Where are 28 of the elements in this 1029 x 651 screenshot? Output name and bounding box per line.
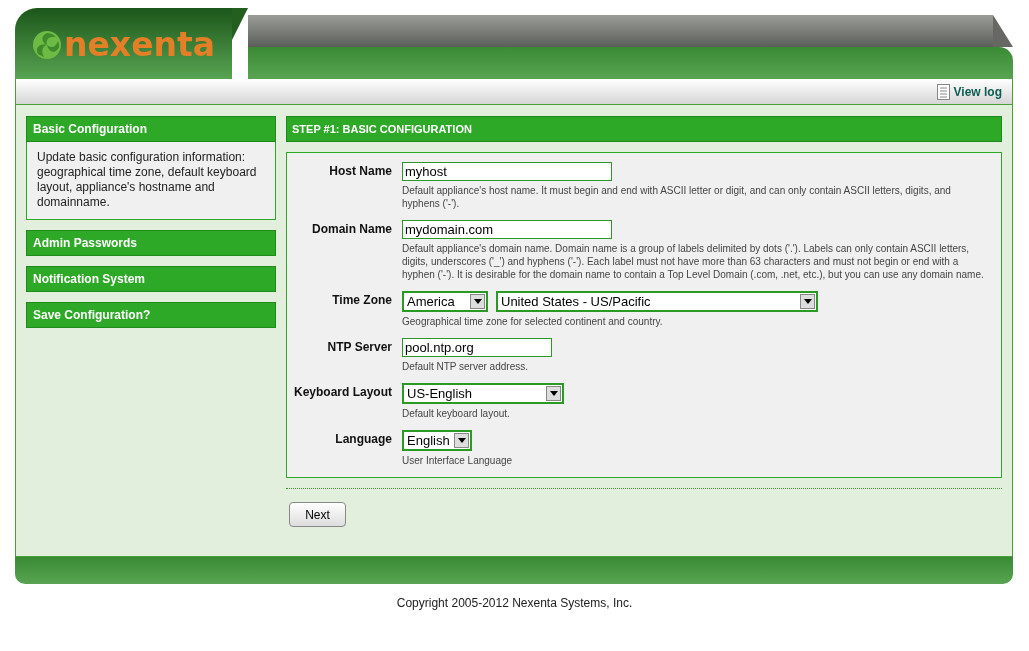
field-help-text: Default appliance's domain name. Domain name is a group of labels delimited by dots ('.'). Labels can only contain ASCII letters, digits, underscores ('_') and hyphens ('-'). Each label must not have more than 63 characters and must not begin or end with a hyphen ('-'). It is desirable for the domain name to contain a Top Level Domain (.com, .net, etc.), but you can use any domain name. [402, 242, 985, 281]
field-help-text: Default keyboard layout. [402, 407, 511, 420]
copyright-text: Copyright 2005-2012 Nexenta Systems, Inc. [395, 596, 634, 610]
field-help-text: User Interface Language [402, 454, 514, 467]
dropdown[interactable]: America [402, 291, 488, 312]
form-title: STEP #1: BASIC CONFIGURATION [286, 116, 1002, 142]
text-field[interactable]: pool.ntp.org [402, 338, 552, 357]
field-label: Language [334, 431, 392, 448]
field-help-text: Geographical time zone for selected continent and country. [402, 315, 664, 328]
text-field[interactable]: mydomain.com [402, 220, 612, 239]
field-label: Time Zone [331, 292, 392, 309]
field-label: NTP Server [326, 339, 392, 356]
dropdown[interactable]: United States - US/Pacific [496, 291, 818, 312]
field-label: Domain Name [310, 221, 392, 238]
field-help-text: Default appliance's host name. It must begin and end with ASCII letter or digit, and can only contain ASCII letters, digits, and hyphens ('-'). [402, 184, 952, 210]
field-label: Host Name [328, 163, 392, 180]
step-description: Update basic configuration information: geographical time zone, default keyboard layout, appliance's hostname and domainname. [26, 142, 276, 220]
document-icon [936, 83, 950, 100]
tab-slope [232, 8, 248, 40]
view-log-link[interactable]: View log [936, 83, 1002, 100]
dropdown[interactable]: English [402, 430, 472, 451]
field-help-text: Default NTP server address. [402, 360, 529, 373]
logo-text: nexenta [64, 25, 216, 64]
next-button[interactable]: Next [289, 502, 346, 527]
text-field[interactable]: myhost [402, 162, 612, 181]
field-label: Keyboard Layout [293, 384, 392, 401]
swirl-logo-icon [32, 29, 62, 60]
dropdown[interactable]: US-English [402, 383, 564, 404]
